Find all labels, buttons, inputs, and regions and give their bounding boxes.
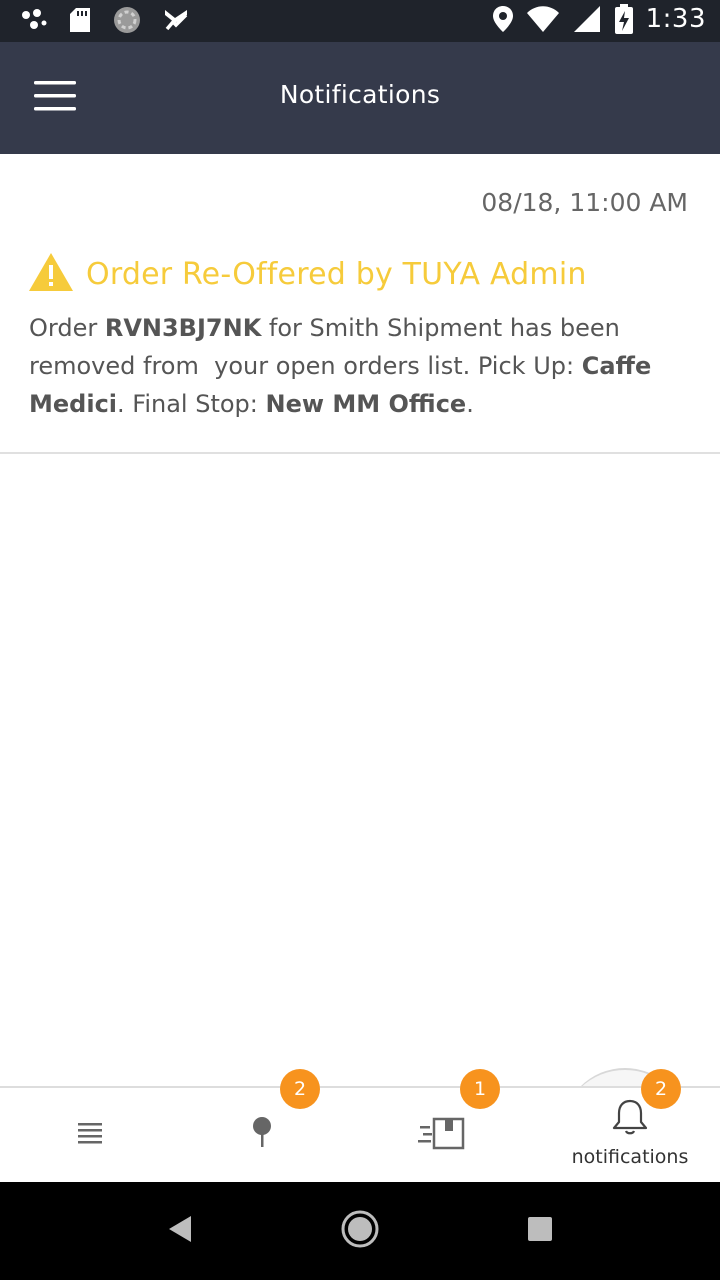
back-button[interactable] [150,1206,210,1256]
recents-button[interactable] [510,1206,570,1256]
body-text: . Final Stop: [117,390,266,418]
check-mail-icon [162,7,190,33]
location-icon [492,5,514,33]
deliveries-badge: 1 [460,1069,500,1109]
map-badge: 2 [280,1069,320,1109]
signal-icon [572,5,602,33]
tab-notifications-label: notifications [571,1146,689,1168]
notification-timestamp: 08/18, 11:00 AM [481,188,688,217]
warning-icon [28,252,74,296]
status-time: 1:33 [645,4,706,34]
wifi-icon [526,5,560,33]
home-circle-icon [340,1209,380,1253]
tab-orders-list[interactable] [0,1088,180,1182]
tab-notifications[interactable]: notifications [540,1088,720,1182]
notification-body: Order RVN3BJ7NK for Smith Shipment has b… [29,309,694,423]
tab-deliveries[interactable] [352,1088,532,1182]
system-nav-bar [0,1182,720,1280]
notification-title: Order Re-Offered by TUYA Admin [86,256,587,292]
sync-icon [112,5,142,35]
dots-icon [20,7,48,33]
page-title: Notifications [279,80,441,109]
list-icon [78,1122,102,1148]
order-id: RVN3BJ7NK [104,314,262,342]
map-pin-icon [251,1117,273,1153]
bell-icon [610,1098,650,1140]
back-triangle-icon [167,1214,193,1248]
sd-card-icon [68,6,92,34]
app-bar: Notifications [0,42,720,154]
delivery-box-icon [418,1115,466,1155]
body-text: Order [29,314,105,342]
notifications-badge: 2 [641,1069,681,1109]
final-stop-location: New MM Office [265,390,467,418]
status-bar: 1:33 [0,0,720,42]
bottom-tab-bar: notifications [0,1086,720,1182]
tab-map[interactable] [172,1088,352,1182]
notification-item[interactable]: 08/18, 11:00 AM Order Re-Offered by TUYA… [0,154,720,454]
recents-square-icon [527,1216,553,1246]
screen: 1:33 Notifications 08/18, 11:00 AM Order… [0,0,720,1280]
home-button[interactable] [330,1206,390,1256]
notification-header: Order Re-Offered by TUYA Admin [28,252,587,296]
body-text: . [466,390,474,418]
battery-charging-icon [614,3,634,35]
